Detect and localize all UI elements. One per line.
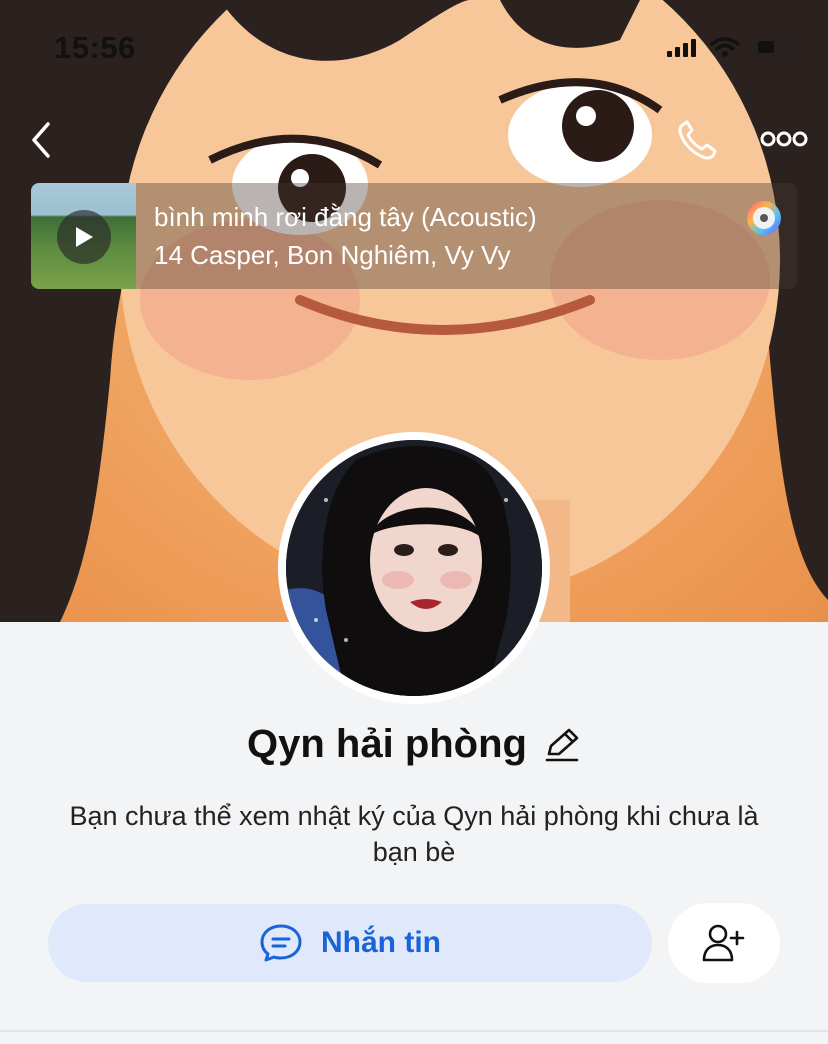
profile-name: Qyn hải phòng — [247, 722, 527, 766]
wifi-icon — [710, 37, 740, 57]
avatar-photo — [286, 440, 542, 696]
message-button[interactable]: Nhắn tin — [48, 904, 652, 982]
back-button[interactable] — [26, 118, 66, 162]
chat-bubble-icon — [260, 924, 302, 962]
music-artist: 14 Casper, Bon Nghiêm, Vy Vy — [154, 240, 511, 270]
profile-name-row: Qyn hải phòng — [0, 722, 828, 767]
more-dots-icon[interactable] — [758, 124, 810, 154]
profile-music-card[interactable]: bình minh rơi đằng tây (Acoustic) 14 Cas… — [31, 183, 797, 289]
play-icon — [76, 227, 93, 247]
pencil-edit-icon[interactable] — [543, 726, 581, 764]
battery-icon — [754, 37, 798, 57]
avatar[interactable] — [278, 432, 550, 704]
music-disc-icon[interactable] — [745, 199, 783, 237]
add-friend-button[interactable] — [668, 903, 780, 983]
status-indicators — [667, 36, 798, 58]
message-button-label: Nhắn tin — [321, 926, 441, 959]
privacy-notice: Bạn chưa thể xem nhật ký của Qyn hải phò… — [69, 801, 759, 867]
music-thumbnail[interactable] — [31, 183, 136, 289]
status-time: 15:56 — [54, 30, 136, 65]
signal-icon — [667, 37, 696, 57]
divider — [0, 1030, 828, 1032]
add-friend-icon — [702, 924, 745, 962]
music-title: bình minh rơi đằng tây (Acoustic) — [154, 202, 537, 232]
play-button[interactable] — [57, 210, 111, 264]
phone-icon[interactable] — [674, 118, 720, 162]
